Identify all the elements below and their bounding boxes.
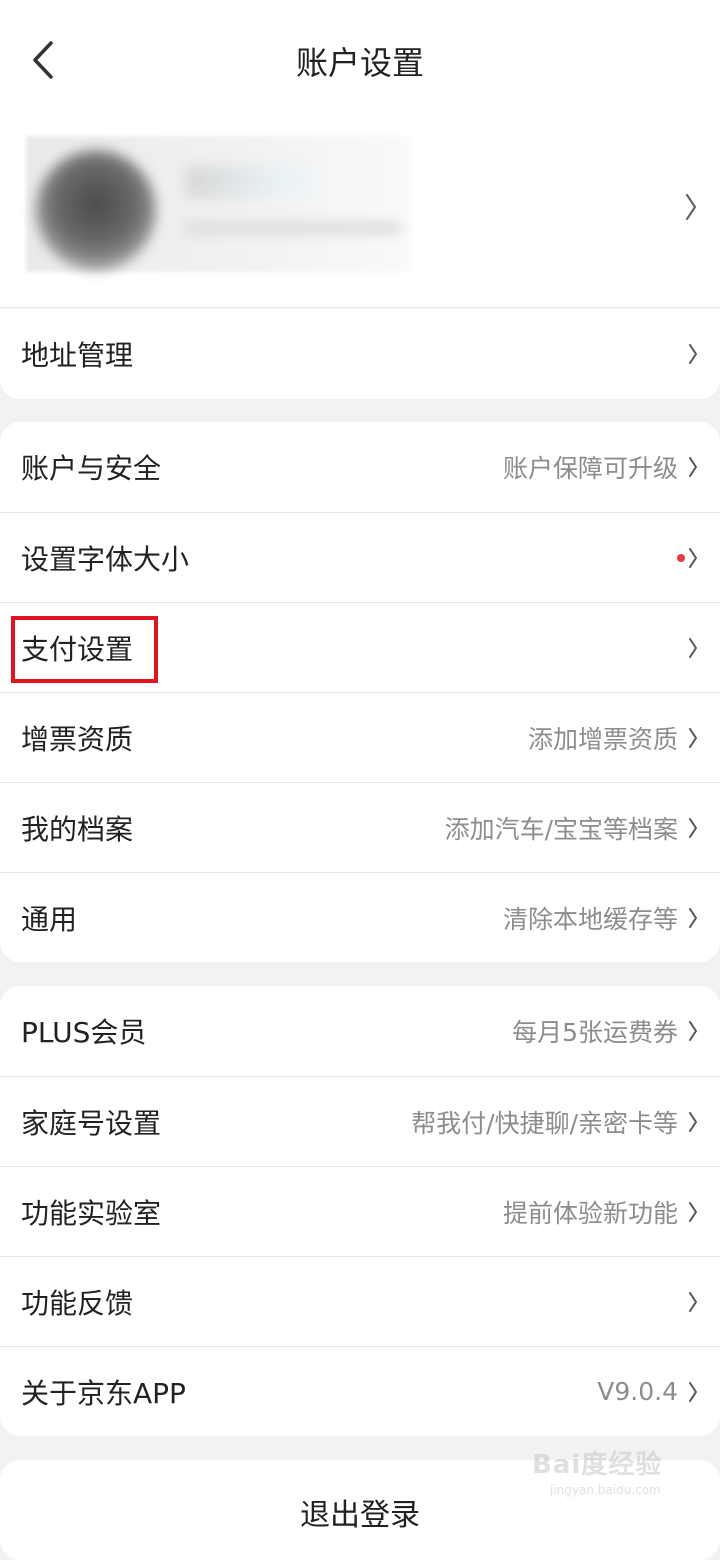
row-label: 设置字体大小 <box>21 542 190 576</box>
watermark-brand: Bai度经验 <box>532 1450 663 1480</box>
chevron-right-icon <box>689 727 697 748</box>
row-feature-lab[interactable]: 功能实验室 提前体验新功能 <box>0 1166 720 1256</box>
page-title: 账户设置 <box>295 44 424 82</box>
chevron-right-icon <box>684 192 698 222</box>
row-label: 支付设置 <box>21 632 134 666</box>
chevron-right-icon <box>689 344 697 364</box>
row-value: 添加汽车/宝宝等档案 <box>444 814 678 844</box>
row-value: 清除本地缓存等 <box>502 904 678 934</box>
row-label: 增票资质 <box>21 722 134 756</box>
row-feedback[interactable]: 功能反馈 <box>0 1256 720 1346</box>
header: 账户设置 <box>0 0 720 120</box>
row-general[interactable]: 通用 清除本地缓存等 <box>0 872 720 962</box>
row-label: 通用 <box>21 902 78 936</box>
row-font-size[interactable]: 设置字体大小 <box>0 512 720 602</box>
watermark-url: jingyan.baidu.com <box>550 1483 661 1497</box>
chevron-right-icon <box>689 907 697 928</box>
row-label: PLUS会员 <box>21 1016 147 1049</box>
row-my-profile[interactable]: 我的档案 添加汽车/宝宝等档案 <box>0 782 720 872</box>
row-value: 提前体验新功能 <box>502 1198 678 1228</box>
row-label: 家庭号设置 <box>21 1106 162 1140</box>
chevron-right-icon <box>689 1111 697 1132</box>
chevron-right-icon <box>689 1381 697 1402</box>
row-value: 添加增票资质 <box>527 724 678 754</box>
chevron-right-icon <box>689 547 697 568</box>
row-value: 帮我付/快捷聊/亲密卡等 <box>411 1108 678 1138</box>
row-value: 每月5张运费券 <box>512 1018 678 1047</box>
user-subtitle-blurred <box>182 220 402 236</box>
chevron-right-icon <box>689 637 697 658</box>
profile-row[interactable] <box>0 120 720 308</box>
row-payment-settings[interactable]: 支付设置 <box>0 602 720 692</box>
row-value: 账户保障可升级 <box>502 454 678 483</box>
row-about-app[interactable]: 关于京东APP V9.0.4 <box>0 1346 720 1436</box>
row-plus-member[interactable]: PLUS会员 每月5张运费券 <box>0 986 720 1076</box>
chevron-right-icon <box>689 817 697 838</box>
row-vat-invoice[interactable]: 增票资质 添加增票资质 <box>0 692 720 782</box>
settings-group-1: 账户与安全 账户保障可升级 设置字体大小 支付设置 增票资质 添加增票资质 我的… <box>0 422 720 962</box>
row-account-security[interactable]: 账户与安全 账户保障可升级 <box>0 422 720 512</box>
watermark: Bai度经验 jingyan.baidu.com <box>532 1444 682 1514</box>
address-card: 地址管理 <box>0 309 720 399</box>
settings-group-2: PLUS会员 每月5张运费券 家庭号设置 帮我付/快捷聊/亲密卡等 功能实验室 … <box>0 986 720 1436</box>
avatar <box>36 150 156 270</box>
chevron-right-icon <box>689 1021 697 1041</box>
chevron-right-icon <box>689 457 697 477</box>
row-family-account[interactable]: 家庭号设置 帮我付/快捷聊/亲密卡等 <box>0 1076 720 1166</box>
row-label: 关于京东APP <box>21 1376 186 1410</box>
row-address[interactable]: 地址管理 <box>0 309 720 399</box>
row-label: 功能实验室 <box>21 1196 162 1230</box>
logout-label: 退出登录 <box>300 1498 420 1533</box>
app-version: V9.0.4 <box>597 1377 678 1406</box>
row-label: 账户与安全 <box>21 452 162 485</box>
chevron-right-icon <box>689 1201 697 1222</box>
chevron-right-icon <box>689 1291 697 1312</box>
row-label: 功能反馈 <box>21 1286 134 1320</box>
row-label: 地址管理 <box>21 339 134 372</box>
row-label: 我的档案 <box>21 812 134 846</box>
username-blurred <box>185 165 315 199</box>
notification-dot <box>677 553 685 562</box>
